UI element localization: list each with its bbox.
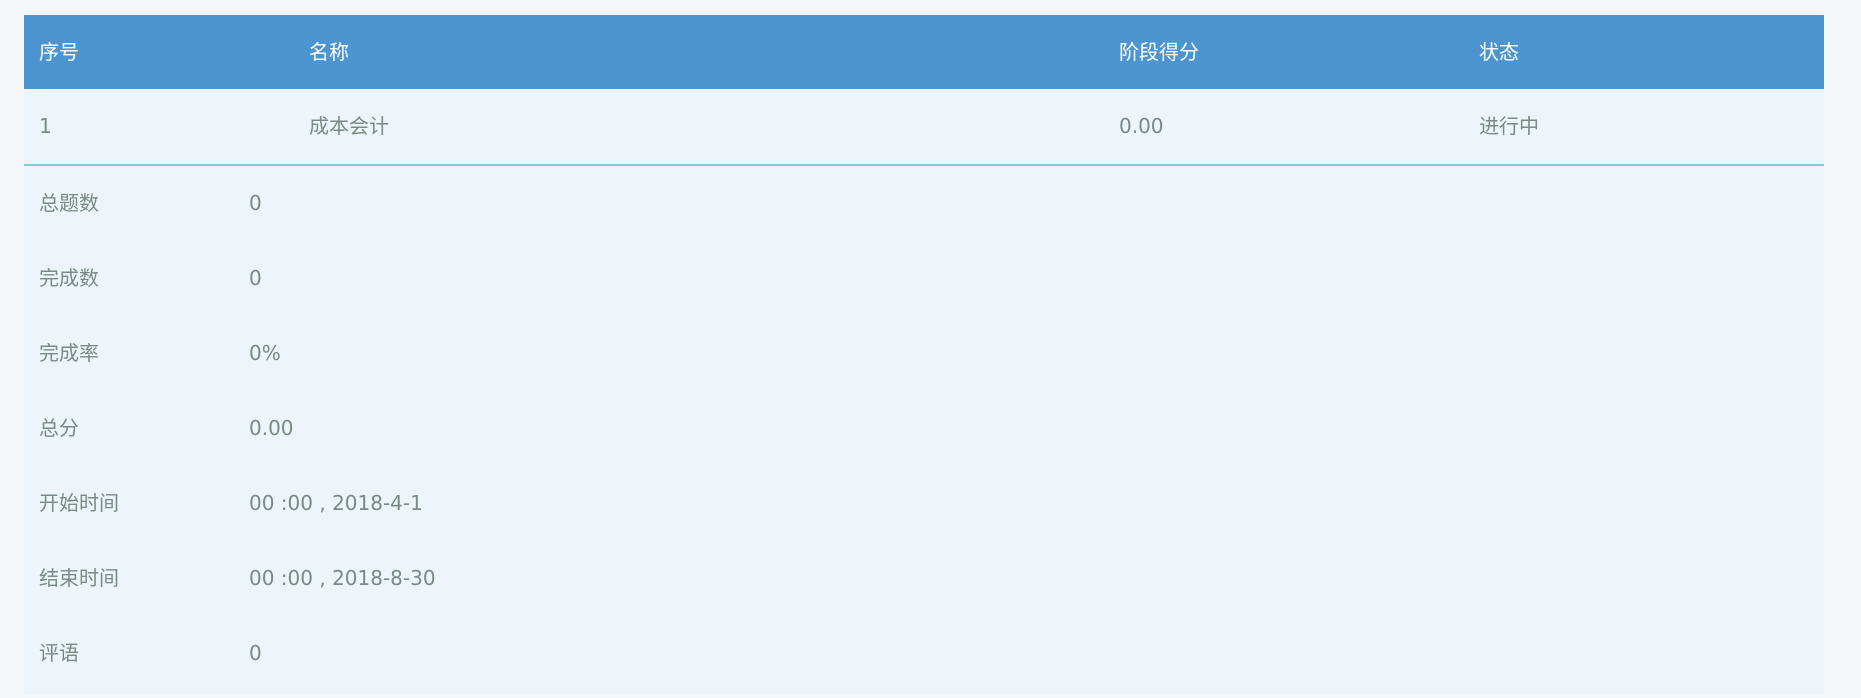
detail-value: 00 :00 , 2018-4-1 — [249, 491, 423, 515]
detail-label: 开始时间 — [39, 491, 119, 515]
header-index: 序号 — [39, 40, 79, 64]
detail-label: 结束时间 — [39, 566, 119, 590]
header-status: 状态 — [1479, 40, 1519, 64]
detail-value: 0 — [249, 266, 262, 290]
detail-value: 00 :00 , 2018-8-30 — [249, 566, 436, 590]
detail-value: 0% — [249, 341, 281, 365]
detail-value: 0.00 — [249, 416, 294, 440]
detail-row-end-time: 结束时间 00 :00 , 2018-8-30 — [24, 541, 1824, 616]
detail-row-total-score: 总分 0.00 — [24, 391, 1824, 466]
detail-row-start-time: 开始时间 00 :00 , 2018-4-1 — [24, 466, 1824, 541]
detail-row-total-questions: 总题数 0 — [24, 166, 1824, 241]
header-name: 名称 — [309, 40, 349, 64]
row-status: 进行中 — [1479, 114, 1539, 138]
detail-label: 完成数 — [39, 266, 99, 290]
detail-row-completed-count: 完成数 0 — [24, 241, 1824, 316]
detail-value: 0 — [249, 191, 262, 215]
detail-label: 总题数 — [39, 191, 99, 215]
table-row[interactable]: 1 成本会计 0.00 进行中 — [24, 89, 1824, 166]
detail-row-comment: 评语 0 — [24, 616, 1824, 691]
detail-row-completion-rate: 完成率 0% — [24, 316, 1824, 391]
table-header: 序号 名称 阶段得分 状态 — [24, 15, 1824, 89]
stage-table: 序号 名称 阶段得分 状态 1 成本会计 0.00 进行中 总题数 0 完成数 … — [24, 15, 1824, 695]
detail-label: 总分 — [39, 416, 79, 440]
detail-value: 0 — [249, 641, 262, 665]
detail-label: 评语 — [39, 641, 79, 665]
detail-label: 完成率 — [39, 341, 99, 365]
detail-list: 总题数 0 完成数 0 完成率 0% 总分 0.00 开始时间 00 :00 ,… — [24, 166, 1824, 691]
row-stage-score: 0.00 — [1119, 114, 1164, 138]
row-index: 1 — [39, 114, 52, 138]
header-stage-score: 阶段得分 — [1119, 40, 1199, 64]
row-name: 成本会计 — [309, 114, 389, 138]
